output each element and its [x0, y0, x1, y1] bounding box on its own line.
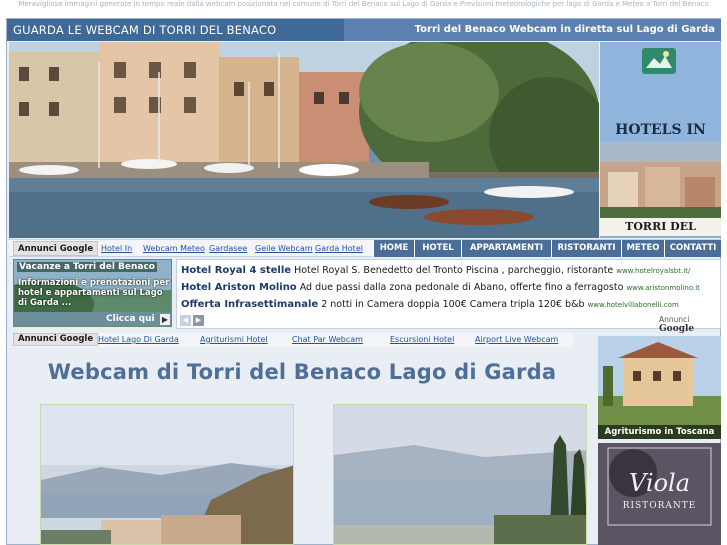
viola-ristorante-banner[interactable]: Viola RISTORANTE: [598, 443, 721, 545]
text-ads-block: Hotel Royal 4 stelle Hotel Royal S. Bene…: [176, 259, 721, 334]
ad-link-hotel-lago-di-garda[interactable]: Hotel Lago Di Garda: [98, 334, 179, 346]
page-title: Webcam di Torri del Benaco Lago di Garda: [47, 360, 557, 384]
menu-ristoranti[interactable]: RISTORANTI: [551, 240, 621, 257]
ad-link-garda-hotel[interactable]: Garda Hotel: [315, 242, 363, 256]
ad-link-geile-webcam[interactable]: Geile Webcam: [255, 242, 313, 256]
ad-item[interactable]: Hotel Ariston Molino Ad due passi dalla …: [181, 281, 700, 295]
ad-url[interactable]: www.aristonmolino.it: [626, 284, 699, 292]
ad-url[interactable]: www.hotelroyalsbt.it/: [616, 267, 690, 275]
webcam-image-1[interactable]: [40, 404, 294, 545]
hero-harbour-photo: [9, 42, 599, 238]
ad-link-agriturismi-hotel[interactable]: Agriturismi Hotel: [200, 334, 268, 346]
vacanze-promo-banner[interactable]: Vacanze a Torri del Benaco Informazioni …: [13, 259, 172, 327]
ads-by-google-badge[interactable]: Annunci Google: [659, 315, 720, 334]
restaurant-sub: RISTORANTE: [622, 501, 697, 511]
menu-home[interactable]: HOME: [373, 240, 414, 257]
ad-link-webcam-meteo[interactable]: Webcam Meteo: [143, 242, 205, 256]
menu-appartamenti[interactable]: APPARTAMENTI: [461, 240, 551, 257]
google-ads-label: Annunci Google: [13, 333, 99, 346]
agriturismo-toscana-banner[interactable]: Agriturismo in Toscana: [598, 336, 721, 439]
top-nav-bar: Annunci Google Hotel In Webcam Meteo Gar…: [9, 239, 721, 257]
webcam-image-2[interactable]: [333, 404, 587, 545]
hotels-logo-icon: [642, 48, 676, 74]
ad-link-gardasee[interactable]: Gardasee: [209, 242, 247, 256]
promo-text: Informazioni e prenotazioni per hotel e …: [18, 278, 170, 308]
header-title-right: Torri del Benaco Webcam in diretta sul L…: [344, 19, 721, 41]
ad-title[interactable]: Offerta Infrasettimanale: [181, 299, 318, 310]
ad-text: Hotel Royal S. Benedetto del Tronto Pisc…: [294, 265, 614, 276]
promo-title: Vacanze a Torri del Benaco: [17, 262, 157, 272]
ad-title[interactable]: Hotel Ariston Molino: [181, 282, 297, 293]
arrow-right-icon[interactable]: ▶: [160, 314, 170, 325]
seo-description: Meravigliose immagini generate in tempo …: [18, 0, 709, 8]
secondary-ad-links: Annunci Google Hotel Lago Di Garda Agrit…: [13, 333, 573, 347]
promo-cta[interactable]: Clicca qui: [106, 314, 155, 324]
restaurant-name: Viola: [628, 469, 691, 497]
menu-contatti[interactable]: CONTATTI: [664, 240, 721, 257]
ad-text: Ad due passi dalla zona pedonale di Aban…: [299, 282, 624, 293]
ad-item[interactable]: Offerta Infrasettimanale 2 notti in Came…: [181, 298, 679, 312]
ad-item[interactable]: Hotel Royal 4 stelle Hotel Royal S. Bene…: [181, 264, 690, 278]
hotels-title: HOTELS IN: [615, 122, 706, 138]
agriturismo-caption: Agriturismo in Toscana: [598, 425, 721, 439]
menu-meteo[interactable]: METEO: [621, 240, 664, 257]
ad-link-chat-par-webcam[interactable]: Chat Par Webcam: [292, 334, 363, 346]
ad-title[interactable]: Hotel Royal 4 stelle: [181, 265, 291, 276]
ad-prev-icon[interactable]: ◀: [180, 315, 191, 326]
google-ads-label: Annunci Google: [13, 241, 99, 256]
hotels-subtitle: TORRI DEL BENACO: [600, 218, 721, 236]
ad-link-hotel-in[interactable]: Hotel In: [101, 242, 132, 256]
ad-next-icon[interactable]: ▶: [193, 315, 204, 326]
ad-link-airport-live-webcam[interactable]: Airport Live Webcam: [475, 334, 558, 346]
header-title-left: GUARDA LE WEBCAM DI TORRI DEL BENACO: [7, 19, 344, 41]
hotels-in-torri-banner[interactable]: HOTELS IN TORRI DEL BENACO: [600, 42, 721, 238]
ad-text: 2 notti in Camera doppia 100€ Camera tri…: [321, 299, 585, 310]
ad-link-escursioni-hotel[interactable]: Escursioni Hotel: [390, 334, 454, 346]
menu-hotel[interactable]: HOTEL: [414, 240, 461, 257]
ad-url[interactable]: www.hotelvillabonelli.com: [588, 301, 679, 309]
